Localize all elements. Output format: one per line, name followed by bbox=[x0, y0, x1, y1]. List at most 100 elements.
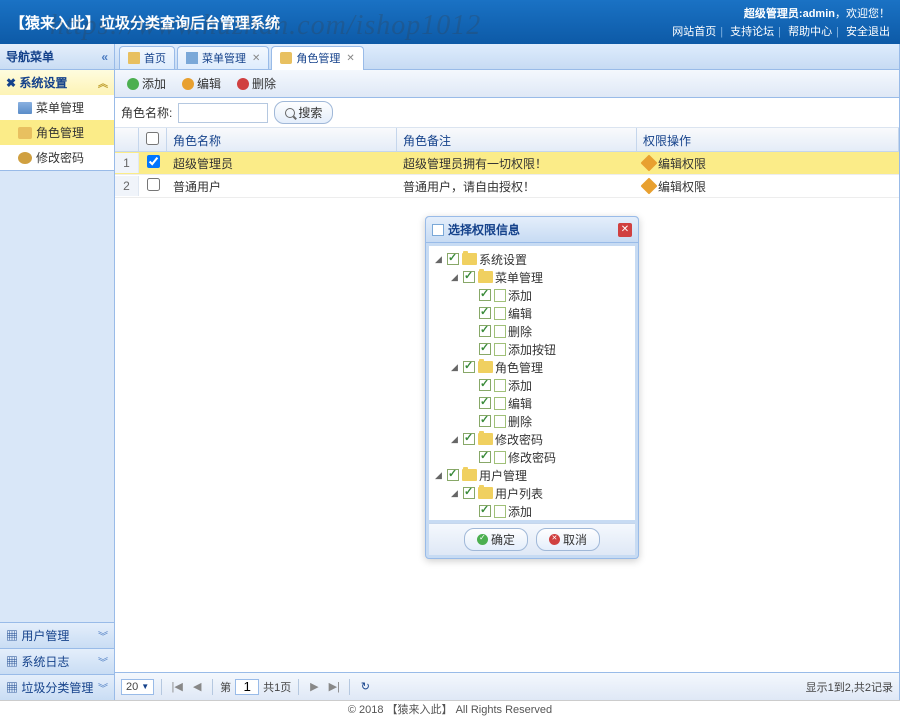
tree-toggle-icon[interactable]: ◢ bbox=[449, 434, 460, 445]
folder-icon bbox=[462, 469, 477, 481]
sidebar-item-0[interactable]: 菜单管理 bbox=[0, 95, 114, 120]
add-button[interactable]: 添加 bbox=[121, 73, 172, 94]
tree-node[interactable]: 添加 bbox=[433, 376, 631, 394]
tree-checkbox[interactable] bbox=[463, 361, 475, 373]
permission-tree[interactable]: ◢系统设置◢菜单管理添加编辑删除添加按钮◢角色管理添加编辑删除◢修改密码修改密码… bbox=[429, 246, 635, 520]
tab-close-icon[interactable]: ✕ bbox=[252, 53, 260, 64]
col-remark[interactable]: 角色备注 bbox=[397, 128, 637, 151]
col-name[interactable]: 角色名称 bbox=[167, 128, 397, 151]
sidebar-item-2[interactable]: 修改密码 bbox=[0, 145, 114, 170]
row-checkbox[interactable] bbox=[147, 178, 160, 191]
tree-node[interactable]: ◢菜单管理 bbox=[433, 268, 631, 286]
tab-icon bbox=[280, 52, 292, 64]
accordion-system[interactable]: ✖ 系统设置 ︽ bbox=[0, 70, 114, 95]
pager-page-input[interactable] bbox=[235, 679, 259, 695]
search-button[interactable]: 搜索 bbox=[274, 101, 333, 124]
pencil-icon bbox=[641, 178, 658, 195]
tree-toggle-icon[interactable]: ◢ bbox=[449, 488, 460, 499]
tree-checkbox[interactable] bbox=[479, 379, 491, 391]
delete-button[interactable]: 删除 bbox=[231, 73, 282, 94]
tree-node[interactable]: ◢用户列表 bbox=[433, 484, 631, 502]
tree-checkbox[interactable] bbox=[463, 487, 475, 499]
tree-node[interactable]: 编辑 bbox=[433, 394, 631, 412]
tree-node[interactable]: 编辑 bbox=[433, 304, 631, 322]
collapse-icon[interactable]: « bbox=[101, 50, 108, 64]
dialog-cancel-button[interactable]: 取消 bbox=[536, 528, 600, 551]
edit-button[interactable]: 编辑 bbox=[176, 73, 227, 94]
tree-checkbox[interactable] bbox=[447, 253, 459, 265]
tree-checkbox[interactable] bbox=[479, 397, 491, 409]
tree-checkbox[interactable] bbox=[463, 271, 475, 283]
table-row[interactable]: 1超级管理员超级管理员拥有一切权限！编辑权限 bbox=[115, 152, 899, 175]
dialog-ok-button[interactable]: 确定 bbox=[464, 528, 528, 551]
pager-refresh[interactable]: ↻ bbox=[357, 679, 373, 695]
leaf-icon bbox=[494, 415, 506, 428]
tree-checkbox[interactable] bbox=[479, 289, 491, 301]
tree-node[interactable]: ◢角色管理 bbox=[433, 358, 631, 376]
pager-last[interactable]: ▶| bbox=[326, 679, 342, 695]
sidebar-title: 导航菜单 « bbox=[0, 44, 114, 70]
toolbar: 添加 编辑 删除 bbox=[115, 70, 899, 98]
accordion-collapsed-2[interactable]: ▦ 垃圾分类管理︾ bbox=[0, 674, 114, 700]
sidebar-item-1[interactable]: 角色管理 bbox=[0, 120, 114, 145]
nav-icon bbox=[18, 127, 32, 139]
leaf-icon bbox=[494, 307, 506, 320]
link-logout[interactable]: 安全退出 bbox=[846, 26, 890, 38]
tree-node[interactable]: ◢系统设置 bbox=[433, 250, 631, 268]
tree-checkbox[interactable] bbox=[479, 307, 491, 319]
pager-prev[interactable]: ◀ bbox=[189, 679, 205, 695]
nav-icon bbox=[18, 102, 32, 114]
tab-1[interactable]: 菜单管理✕ bbox=[177, 46, 269, 69]
search-bar: 角色名称: 搜索 bbox=[115, 98, 899, 128]
dialog-titlebar[interactable]: 选择权限信息 ✕ bbox=[426, 217, 638, 243]
tab-bar: 首页菜单管理✕角色管理✕ bbox=[115, 44, 899, 70]
tab-0[interactable]: 首页 bbox=[119, 46, 175, 69]
tree-node[interactable]: 删除 bbox=[433, 412, 631, 430]
tree-node[interactable]: 添加 bbox=[433, 286, 631, 304]
tree-node[interactable]: 修改密码 bbox=[433, 448, 631, 466]
leaf-icon bbox=[494, 343, 506, 356]
folder-icon bbox=[462, 253, 477, 265]
tree-checkbox[interactable] bbox=[479, 415, 491, 427]
tree-checkbox[interactable] bbox=[479, 505, 491, 517]
edit-permission-link[interactable]: 编辑权限 bbox=[643, 155, 893, 172]
pager-first[interactable]: |◀ bbox=[169, 679, 185, 695]
col-checkbox[interactable] bbox=[139, 128, 167, 151]
page-size-combo[interactable]: 20▼ bbox=[121, 679, 154, 695]
tree-checkbox[interactable] bbox=[479, 343, 491, 355]
header-links: 网站首页| 支持论坛| 帮助中心| 安全退出 bbox=[672, 23, 890, 39]
tree-checkbox[interactable] bbox=[479, 325, 491, 337]
link-home[interactable]: 网站首页 bbox=[672, 26, 716, 38]
accordion-collapsed-1[interactable]: ▦ 系统日志︾ bbox=[0, 648, 114, 674]
dialog-close-icon[interactable]: ✕ bbox=[618, 223, 632, 237]
tree-node[interactable]: ◢用户管理 bbox=[433, 466, 631, 484]
tree-toggle-icon[interactable]: ◢ bbox=[449, 362, 460, 373]
tab-close-icon[interactable]: ✕ bbox=[346, 53, 354, 64]
link-help[interactable]: 帮助中心 bbox=[788, 26, 832, 38]
dialog-icon bbox=[432, 224, 444, 236]
tree-node[interactable]: 添加按钮 bbox=[433, 340, 631, 358]
tree-checkbox[interactable] bbox=[479, 451, 491, 463]
nav-icon bbox=[18, 152, 32, 164]
tree-node[interactable]: 添加 bbox=[433, 502, 631, 520]
pager-next[interactable]: ▶ bbox=[306, 679, 322, 695]
tree-toggle-icon[interactable]: ◢ bbox=[433, 470, 444, 481]
edit-permission-link[interactable]: 编辑权限 bbox=[643, 178, 893, 195]
tab-2[interactable]: 角色管理✕ bbox=[271, 46, 363, 70]
accordion-collapsed-0[interactable]: ▦ 用户管理︾ bbox=[0, 622, 114, 648]
ok-icon bbox=[477, 534, 488, 545]
search-label: 角色名称: bbox=[121, 104, 172, 121]
tree-checkbox[interactable] bbox=[463, 433, 475, 445]
tree-checkbox[interactable] bbox=[447, 469, 459, 481]
link-forum[interactable]: 支持论坛 bbox=[730, 26, 774, 38]
cancel-icon bbox=[549, 534, 560, 545]
tree-node[interactable]: 删除 bbox=[433, 322, 631, 340]
tree-node[interactable]: ◢修改密码 bbox=[433, 430, 631, 448]
col-op[interactable]: 权限操作 bbox=[637, 128, 899, 151]
tree-toggle-icon[interactable]: ◢ bbox=[433, 254, 444, 265]
leaf-icon bbox=[494, 397, 506, 410]
search-input[interactable] bbox=[178, 103, 268, 123]
table-row[interactable]: 2普通用户普通用户，请自由授权！编辑权限 bbox=[115, 175, 899, 198]
tree-toggle-icon[interactable]: ◢ bbox=[449, 272, 460, 283]
row-checkbox[interactable] bbox=[147, 155, 160, 168]
